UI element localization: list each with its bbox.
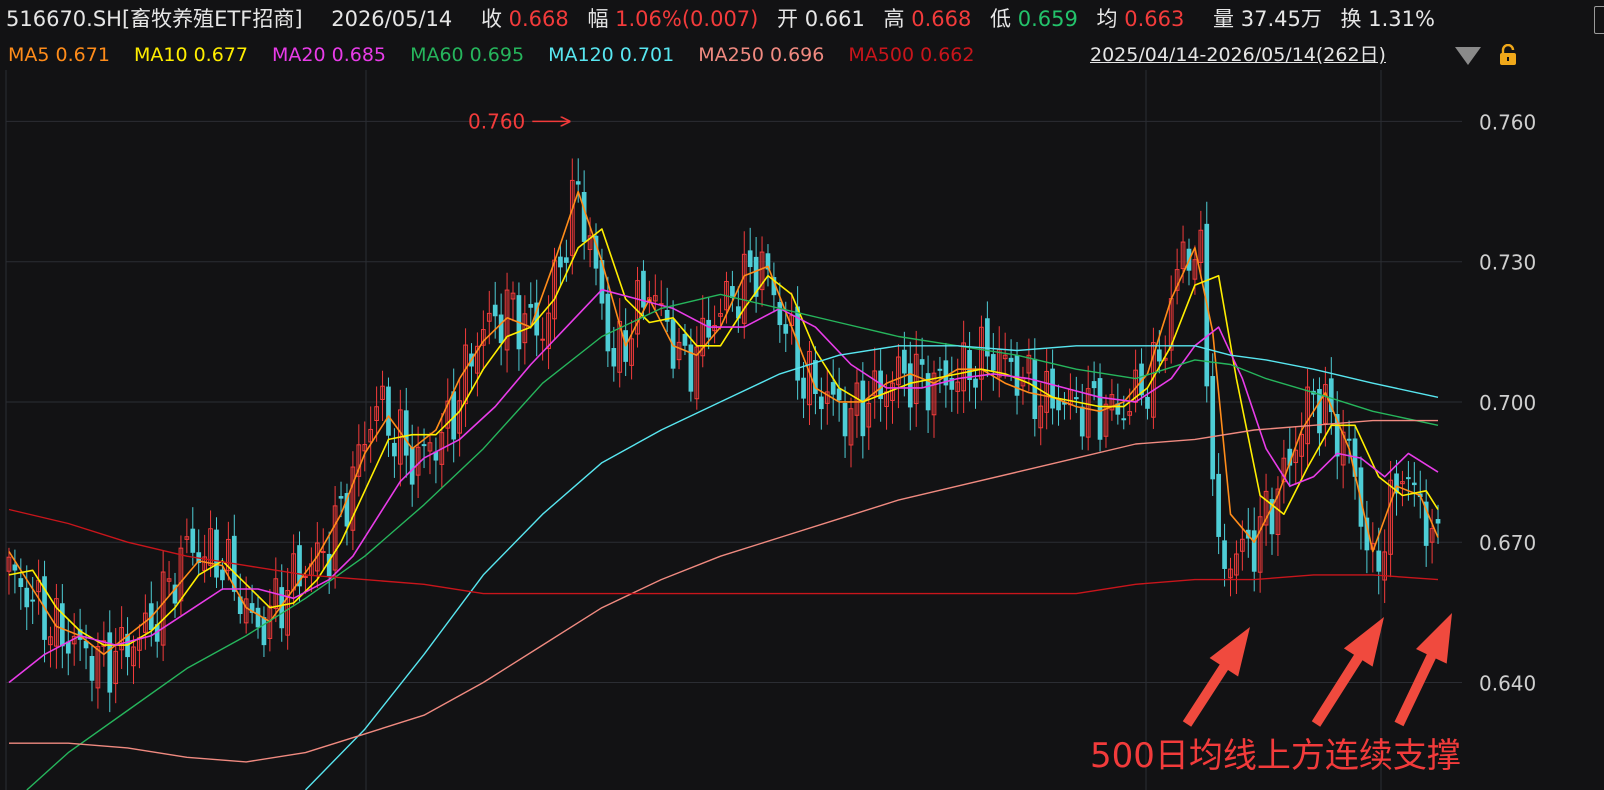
candle-body — [706, 319, 712, 338]
candle-body — [190, 528, 196, 553]
y-tick-label: 0.670 — [1479, 531, 1536, 555]
candle-body — [386, 386, 391, 436]
grid-lines — [5, 70, 1462, 790]
candle-body — [1156, 349, 1162, 362]
candle-body — [1121, 418, 1127, 421]
candle-body — [581, 192, 587, 242]
candle-body — [403, 410, 409, 456]
candle-body — [777, 301, 783, 326]
candle-body — [1073, 397, 1079, 400]
candle-body — [392, 442, 397, 457]
candle-body — [564, 257, 569, 263]
candle-body — [611, 348, 617, 367]
ma-line-ma250 — [9, 419, 1438, 763]
candle-body — [990, 354, 996, 371]
candle-body — [842, 402, 848, 437]
candle-body — [682, 333, 688, 346]
y-tick-label: 0.640 — [1479, 671, 1536, 695]
candle-body — [24, 587, 30, 608]
candle-body — [18, 578, 24, 588]
candle-body — [967, 350, 972, 380]
candle-body — [860, 380, 866, 437]
candle-body — [1406, 477, 1411, 480]
candle-body — [409, 447, 415, 485]
candle-body — [1014, 355, 1020, 396]
candle-body — [1346, 438, 1352, 441]
candle-body — [498, 314, 504, 344]
candle-body — [783, 324, 789, 334]
y-axis: 0.640 0.670 0.700 0.730 0.760 — [1479, 110, 1536, 695]
y-tick-label: 0.760 — [1479, 110, 1536, 134]
support-arrows — [1182, 613, 1452, 727]
y-tick-label: 0.700 — [1479, 391, 1536, 415]
candle-body — [937, 368, 943, 371]
candle-body — [338, 496, 344, 499]
candle-body — [65, 641, 71, 654]
candle-body — [819, 396, 824, 410]
candle-body — [1411, 482, 1417, 486]
ma-line-ma20 — [8, 288, 1439, 684]
candle-body — [1032, 358, 1038, 420]
candle-body — [1376, 550, 1382, 572]
candle-body — [605, 293, 611, 352]
candle-body — [320, 551, 326, 554]
max-marker: 0.760 — [468, 109, 569, 133]
ma-line-ma5 — [8, 190, 1439, 656]
candle-body — [1317, 389, 1322, 434]
candle-body — [747, 250, 753, 268]
candle-body — [89, 656, 95, 681]
candle-body — [1091, 381, 1097, 389]
support-caption: 500日均线上方连续支撑 — [1090, 736, 1461, 776]
candle-body — [1216, 473, 1221, 537]
annotation-arrow-icon — [1311, 617, 1384, 727]
candle-body — [540, 338, 545, 341]
candle-body — [492, 304, 498, 317]
candle-body — [214, 529, 219, 578]
moving-average-lines — [8, 190, 1439, 790]
candle-body — [1210, 376, 1216, 480]
ma-line-ma120 — [304, 345, 1439, 790]
candle-body — [558, 256, 563, 268]
candle-body — [575, 181, 581, 185]
candle-body — [1050, 368, 1055, 409]
candle-body — [907, 363, 913, 408]
candle-body — [220, 569, 225, 581]
candle-body — [30, 599, 36, 602]
candle-body — [261, 617, 267, 646]
candle-body — [836, 388, 842, 401]
candle-body — [730, 286, 735, 298]
candle-body — [919, 359, 925, 365]
max-marker-label: 0.760 — [468, 109, 525, 133]
annotation-arrow-icon — [1182, 627, 1250, 727]
y-tick-label: 0.730 — [1479, 251, 1536, 275]
candle-body — [255, 607, 261, 628]
candle-body — [1251, 530, 1257, 572]
candle-body — [801, 377, 806, 399]
candle-body — [12, 564, 18, 571]
candle-body — [107, 632, 113, 693]
candle-body — [973, 378, 978, 388]
candle-body — [830, 382, 836, 395]
kline-chart[interactable]: 0.640 0.670 0.700 0.730 0.760 0.760 — [0, 0, 1604, 790]
candle-body — [1097, 378, 1103, 440]
candle-body — [1435, 519, 1441, 524]
candle-body — [902, 349, 907, 374]
candle-body — [528, 304, 534, 308]
candle-body — [59, 603, 65, 647]
candle-body — [1145, 396, 1150, 409]
candle-body — [421, 444, 427, 447]
annotation-arrow-icon — [1394, 613, 1452, 727]
candle-body — [1079, 406, 1085, 437]
candle-body — [1222, 540, 1227, 569]
candle-body — [1008, 357, 1014, 362]
